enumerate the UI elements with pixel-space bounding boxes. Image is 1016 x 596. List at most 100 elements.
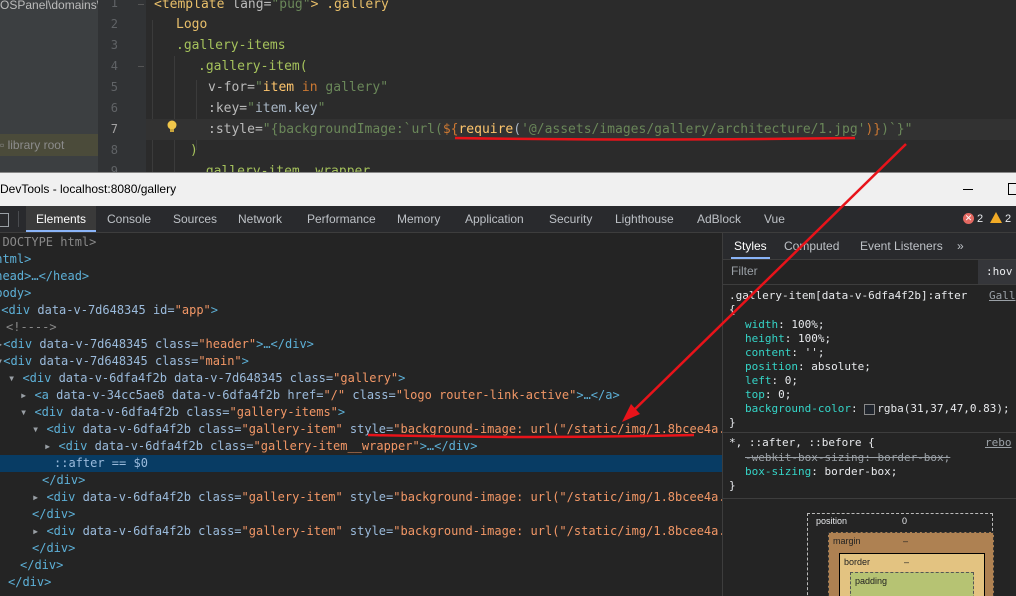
tab-computed[interactable]: Computed: [784, 233, 839, 259]
tree-node-head[interactable]: <head>…</head>: [0, 268, 89, 285]
project-panel: OSPanel\domains\ ▫ library root: [0, 0, 98, 172]
line-number: 8: [110, 143, 118, 157]
tab-network[interactable]: Network: [238, 206, 282, 232]
style-prop[interactable]: height: 100%;: [745, 332, 831, 346]
warning-count[interactable]: 2: [1005, 213, 1011, 225]
code-line-5: v-for="item in gallery": [208, 80, 389, 95]
filter-input[interactable]: Filter: [731, 264, 758, 278]
line-number: 5: [110, 80, 118, 94]
rule-selector[interactable]: .gallery-item[data-v-6dfa4f2b]:after: [729, 289, 967, 303]
rule-selector[interactable]: *, ::after, ::before {: [729, 436, 875, 450]
tree-node-close[interactable]: </div>: [42, 472, 85, 489]
tab-application[interactable]: Application: [465, 206, 524, 232]
tree-node-gallery[interactable]: ▾ <div data-v-6dfa4f2b data-v-7d648345 c…: [8, 370, 405, 387]
style-prop-overridden[interactable]: -webkit-box-sizing: border-box;: [745, 451, 950, 465]
tree-node-app[interactable]: ▾<div data-v-7d648345 id="app">: [0, 302, 218, 319]
tab-security[interactable]: Security: [549, 206, 592, 232]
inspect-element-icon[interactable]: [0, 213, 9, 227]
tree-node-wrapper[interactable]: ▸ <div data-v-6dfa4f2b class="gallery-it…: [44, 438, 478, 455]
tab-sources[interactable]: Sources: [173, 206, 217, 232]
tree-node-close[interactable]: </div>: [32, 506, 75, 523]
style-prop[interactable]: width: 100%;: [745, 318, 825, 332]
box-model-position-value[interactable]: 0: [902, 516, 907, 526]
elements-tree[interactable]: <!DOCTYPE html> <html> <head>…</head> <b…: [0, 233, 722, 596]
rule-close-brace: }: [729, 479, 736, 492]
style-prop[interactable]: box-sizing: border-box;: [745, 465, 897, 479]
code-editor: OSPanel\domains\ ▫ library root 1 2 3 4 …: [0, 0, 1016, 172]
library-root-label: library root: [7, 138, 65, 152]
line-number-active: 7: [110, 122, 118, 136]
box-model-margin-label: margin: [833, 536, 861, 546]
tree-node-html[interactable]: <html>: [0, 251, 31, 268]
line-number: 9: [110, 164, 118, 172]
rule-source-link[interactable]: Gall: [989, 289, 1016, 303]
box-model-margin[interactable]: margin – border – padding: [828, 532, 994, 596]
code-line-7: :style="{backgroundImage:`url(${require(…: [146, 119, 1016, 140]
tabbar-divider: [18, 211, 19, 227]
maximize-icon[interactable]: [1008, 183, 1016, 195]
style-prop[interactable]: content: '';: [745, 346, 824, 360]
tree-node-comment[interactable]: <!---->: [6, 319, 57, 336]
lightbulb-icon[interactable]: [166, 120, 178, 134]
warning-icon[interactable]: [990, 212, 1002, 223]
tab-styles[interactable]: Styles: [731, 233, 770, 259]
tab-performance[interactable]: Performance: [307, 206, 376, 232]
tree-node-gallery-item[interactable]: ▸ <div data-v-6dfa4f2b class="gallery-it…: [32, 523, 722, 540]
box-model-border-label: border: [844, 557, 871, 567]
tree-node-gallery-item[interactable]: ▸ <div data-v-6dfa4f2b class="gallery-it…: [32, 489, 722, 506]
tree-node-close[interactable]: </div>: [32, 540, 75, 557]
style-prop[interactable]: top: 0;: [745, 388, 791, 402]
box-model-padding-label: padding: [855, 576, 888, 586]
tree-node-after-selected[interactable]: ::after == $0: [0, 455, 722, 472]
color-swatch[interactable]: [864, 403, 876, 415]
line-number: 1: [110, 0, 118, 10]
style-prop-background-color[interactable]: background-color: rgba(31,37,47,0.83);: [745, 402, 1010, 416]
tab-vue[interactable]: Vue: [764, 206, 785, 232]
code-area[interactable]: <template lang="pug"> .gallery Logo .gal…: [146, 0, 1016, 172]
line-gutter: 1 2 3 4 5 6 7 8 9: [98, 0, 146, 172]
error-count[interactable]: 2: [977, 213, 983, 225]
tab-lighthouse[interactable]: Lighthouse: [615, 206, 674, 232]
hov-toggle[interactable]: :hov: [978, 260, 1016, 284]
box-model[interactable]: position 0 margin – border – padding: [807, 513, 994, 596]
tab-event-listeners[interactable]: Event Listeners: [860, 233, 943, 259]
box-model-border[interactable]: border – padding: [839, 553, 985, 596]
library-root-item[interactable]: ▫ library root: [0, 134, 98, 156]
more-tabs-icon[interactable]: »: [957, 233, 964, 259]
tree-node-close[interactable]: </div>: [8, 574, 51, 591]
line-number: 4: [110, 59, 118, 73]
tree-node-logo-link[interactable]: ▸ <a data-v-34cc5ae8 data-v-6dfa4f2b hre…: [20, 387, 620, 404]
tab-memory[interactable]: Memory: [397, 206, 440, 232]
rule-source-link[interactable]: rebo: [985, 436, 1012, 450]
tree-node-main[interactable]: ▾<div data-v-7d648345 class="main">: [0, 353, 249, 370]
tree-node-header[interactable]: ▸<div data-v-7d648345 class="header">…</…: [0, 336, 314, 353]
line-number: 6: [110, 101, 118, 115]
style-prop[interactable]: left: 0;: [745, 374, 798, 388]
box-model-border-value[interactable]: –: [904, 557, 909, 567]
window-titlebar[interactable]: DevTools - localhost:8080/gallery: [0, 172, 1016, 207]
style-prop[interactable]: position: absolute;: [745, 360, 871, 374]
box-model-padding[interactable]: padding: [850, 572, 974, 596]
code-line-4: .gallery-item(: [198, 59, 308, 74]
fold-marker[interactable]: [138, 4, 144, 5]
box-model-margin-value[interactable]: –: [903, 536, 908, 546]
rule-close-brace: }: [729, 416, 736, 429]
minimize-icon[interactable]: [963, 189, 973, 190]
tree-node-close[interactable]: </div>: [20, 557, 63, 574]
rule-open-brace: {: [729, 303, 736, 316]
line-number: 3: [110, 38, 118, 52]
devtools-window: DevTools - localhost:8080/gallery Elemen…: [0, 172, 1016, 596]
project-path[interactable]: OSPanel\domains\: [0, 0, 98, 12]
fold-marker[interactable]: [138, 66, 144, 67]
tree-node-body[interactable]: <body>: [0, 285, 31, 302]
code-line-3: .gallery-items: [176, 38, 286, 53]
tab-elements[interactable]: Elements: [26, 206, 96, 232]
tab-adblock[interactable]: AdBlock: [697, 206, 741, 232]
tab-console[interactable]: Console: [107, 206, 151, 232]
code-line-8: ): [190, 143, 198, 158]
error-icon[interactable]: ✕: [963, 213, 974, 224]
window-title: DevTools - localhost:8080/gallery: [0, 182, 177, 196]
tree-node-gallery-item[interactable]: ▾ <div data-v-6dfa4f2b class="gallery-it…: [32, 421, 722, 438]
tree-node-doctype[interactable]: <!DOCTYPE html>: [0, 234, 96, 251]
tree-node-gallery-items[interactable]: ▾ <div data-v-6dfa4f2b class="gallery-it…: [20, 404, 345, 421]
